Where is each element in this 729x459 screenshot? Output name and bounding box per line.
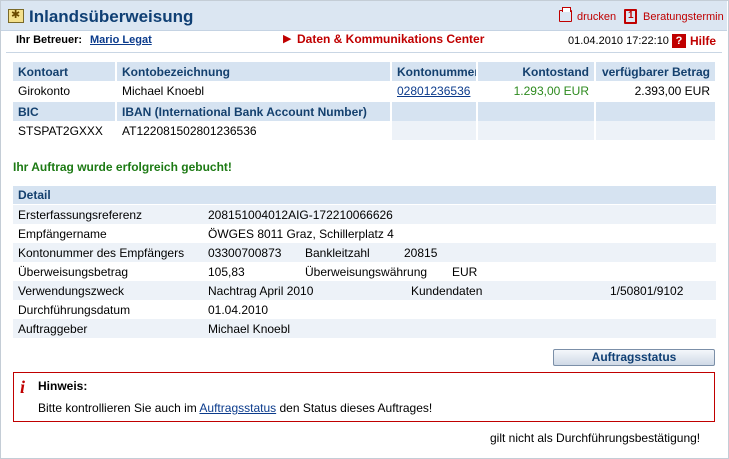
info-icon: i (20, 377, 26, 397)
col-header-account-name: Kontobezeichnung (116, 62, 392, 81)
detail-row-execution-date: Durchführungsdatum 01.04.2010 (13, 300, 716, 319)
success-message: Ihr Auftrag wurde erfolgreich gebucht! (13, 160, 232, 174)
notice-text: Bitte kontrollieren Sie auch im Auftrags… (38, 401, 433, 415)
advisor-name-link[interactable]: Mario Legat (90, 34, 152, 46)
help-link[interactable]: Hilfe (690, 34, 716, 48)
reference-value: 208151004012AIG-172210066626 (208, 208, 393, 222)
app-icon (8, 8, 24, 23)
customer-data-value: 1/50801/9102 (610, 284, 684, 298)
divider (6, 52, 722, 53)
detail-row-purpose: Verwendungszweck Nachtrag April 2010 Kun… (13, 281, 716, 300)
advisor-label: Ihr Betreuer: (16, 34, 83, 46)
arrow-right-icon: ▶ (283, 33, 292, 45)
notice-title: Hinweis: (38, 379, 88, 393)
advisor-row: Ihr Betreuer: Mario Legat ▶ Daten & Komm… (1, 32, 727, 50)
bic-header-row: BIC IBAN (International Bank Account Num… (13, 102, 717, 121)
account-type: Girokonto (13, 81, 117, 100)
title-bar: Inlandsüberweisung drucken Beratungsterm… (1, 1, 727, 31)
footer-note: gilt nicht als Durchführungsbestätigung! (490, 431, 701, 445)
col-header-account-type: Kontoart (13, 62, 117, 81)
page-title: Inlandsüberweisung (29, 7, 194, 26)
recipient-label: Empfängername (18, 227, 107, 241)
bank-code-value: 20815 (404, 246, 438, 260)
detail-row-principal: Auftraggeber Michael Knoebl (13, 319, 716, 338)
bic-row: STSPAT2GXXX AT122081502801236536 (13, 121, 717, 140)
account-balance: 1.293,00 EUR (477, 81, 596, 100)
customer-data-label: Kundendaten (411, 284, 483, 298)
detail-row-recipient-account: Kontonummer des Empfängers 03300700873 B… (13, 243, 716, 262)
account-table: Kontoart Kontobezeichnung Kontonummer Ko… (13, 62, 717, 140)
execution-date-value: 01.04.2010 (208, 303, 269, 317)
execution-date-label: Durchführungsdatum (18, 303, 131, 317)
account-available: 2.393,00 EUR (595, 81, 717, 100)
detail-row-reference: Ersterfassungsreferenz 208151004012AIG-1… (13, 205, 716, 224)
print-link[interactable]: drucken (577, 11, 616, 23)
detail-row-recipient: Empfängername ÖWGES 8011 Graz, Schillerp… (13, 224, 716, 243)
notice-box: i Hinweis: Bitte kontrollieren Sie auch … (13, 372, 715, 422)
col-header-available: verfügbarer Betrag (595, 62, 717, 81)
amount-label: Überweisungsbetrag (18, 265, 129, 279)
currency-value: EUR (452, 265, 478, 279)
calendar-icon[interactable] (624, 9, 637, 24)
bic-value: STSPAT2GXXX (13, 121, 117, 140)
bank-code-label: Bankleitzahl (305, 246, 370, 260)
order-status-button[interactable]: Auftragsstatus (553, 349, 715, 366)
col-header-balance: Kontostand (477, 62, 596, 81)
detail-title: Detail (18, 188, 51, 202)
iban-value: AT122081502801236536 (116, 121, 392, 140)
recipient-value: ÖWGES 8011 Graz, Schillerplatz 4 (208, 227, 394, 241)
currency-label: Überweisungswährung (305, 265, 428, 279)
account-row: Girokonto Michael Knoebl 02801236536 1.2… (13, 81, 717, 100)
recipient-account-value: 03300700873 (208, 246, 282, 260)
col-header-bic: BIC (13, 102, 117, 121)
col-header-iban: IBAN (International Bank Account Number) (116, 102, 392, 121)
principal-label: Auftraggeber (18, 322, 88, 336)
order-status-link[interactable]: Auftragsstatus (199, 401, 276, 415)
detail-row-amount: Überweisungsbetrag 105,83 Überweisungswä… (13, 262, 716, 281)
account-name: Michael Knoebl (116, 81, 392, 100)
appointment-link[interactable]: Beratungstermin (643, 11, 724, 23)
account-header-row: Kontoart Kontobezeichnung Kontonummer Ko… (13, 62, 717, 81)
amount-value: 105,83 (208, 265, 245, 279)
account-number-link[interactable]: 02801236536 (391, 81, 478, 100)
printer-icon[interactable] (559, 7, 572, 22)
col-header-account-number: Kontonummer (391, 62, 478, 81)
reference-label: Ersterfassungsreferenz (18, 208, 143, 222)
purpose-value: Nachtrag April 2010 (208, 284, 314, 298)
purpose-label: Verwendungszweck (18, 284, 125, 298)
datetime: 01.04.2010 17:22:10 (568, 35, 669, 47)
help-icon[interactable]: ? (672, 34, 686, 48)
recipient-account-label: Kontonummer des Empfängers (18, 246, 185, 260)
data-center-link[interactable]: Daten & Kommunikations Center (297, 32, 484, 46)
detail-header: Detail (13, 186, 716, 204)
principal-value: Michael Knoebl (208, 322, 291, 336)
